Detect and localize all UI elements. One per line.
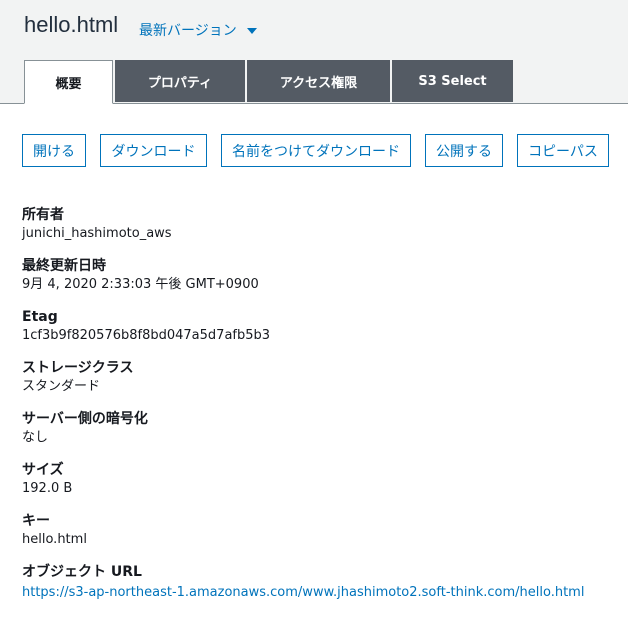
tab-label: 概要 <box>55 76 82 92</box>
property-value: 9月 4, 2020 2:33:03 午後 GMT+0900 <box>22 277 259 292</box>
property-value: 192.0 B <box>22 481 73 496</box>
property-label: サイズ <box>22 462 64 478</box>
property-label: キー <box>22 513 50 529</box>
action-toolbar: 開ける ダウンロード 名前をつけてダウンロード 公開する コピーパス <box>22 134 609 167</box>
property-value: なし <box>22 430 49 445</box>
object-header: hello.html 最新バージョン 概要 プロパティ アクセス権限 S3 Se… <box>0 0 628 104</box>
property-storage-class: ストレージクラス スタンダード <box>22 359 612 410</box>
property-value: スタンダード <box>22 379 101 394</box>
tab-bar: 概要 プロパティ アクセス権限 S3 Select <box>24 60 515 104</box>
property-encryption: サーバー側の暗号化 なし <box>22 410 612 461</box>
property-label: 所有者 <box>22 207 64 223</box>
caret-down-icon <box>246 28 257 34</box>
tab-label: プロパティ <box>147 75 213 91</box>
property-object-url: オブジェクト URL https://s3-ap-northeast-1.ama… <box>22 563 612 614</box>
property-key: キー hello.html <box>22 512 612 563</box>
page-title: hello.html <box>24 12 119 37</box>
make-public-button[interactable]: 公開する <box>425 134 503 167</box>
version-label: 最新バージョン <box>139 23 237 39</box>
property-label: オブジェクト URL <box>22 564 142 580</box>
object-url-link[interactable]: https://s3-ap-northeast-1.amazonaws.com/… <box>22 585 584 600</box>
property-value: 1cf3b9f820576b8f8bd047a5d7afb5b3 <box>22 328 271 343</box>
tab-s3-select[interactable]: S3 Select <box>392 60 513 102</box>
tab-properties[interactable]: プロパティ <box>115 60 245 102</box>
download-button[interactable]: ダウンロード <box>100 134 207 167</box>
object-properties: 所有者 junichi_hashimoto_aws 最終更新日時 9月 4, 2… <box>22 206 612 614</box>
tab-label: S3 Select <box>418 73 487 89</box>
tab-label: アクセス権限 <box>279 75 358 91</box>
version-dropdown[interactable]: 最新バージョン <box>139 20 257 40</box>
property-last-modified: 最終更新日時 9月 4, 2020 2:33:03 午後 GMT+0900 <box>22 257 612 308</box>
property-label: サーバー側の暗号化 <box>22 411 148 427</box>
property-label: Etag <box>22 309 58 325</box>
property-owner: 所有者 junichi_hashimoto_aws <box>22 206 612 257</box>
tab-overview[interactable]: 概要 <box>24 60 113 104</box>
property-etag: Etag 1cf3b9f820576b8f8bd047a5d7afb5b3 <box>22 308 612 359</box>
open-button[interactable]: 開ける <box>22 134 86 167</box>
property-label: ストレージクラス <box>22 360 134 376</box>
download-as-button[interactable]: 名前をつけてダウンロード <box>221 134 411 167</box>
property-size: サイズ 192.0 B <box>22 461 612 512</box>
property-label: 最終更新日時 <box>22 258 106 274</box>
tab-permissions[interactable]: アクセス権限 <box>247 60 390 102</box>
copy-path-button[interactable]: コピーパス <box>517 134 609 167</box>
property-value: junichi_hashimoto_aws <box>22 226 172 241</box>
property-value: hello.html <box>22 532 87 547</box>
